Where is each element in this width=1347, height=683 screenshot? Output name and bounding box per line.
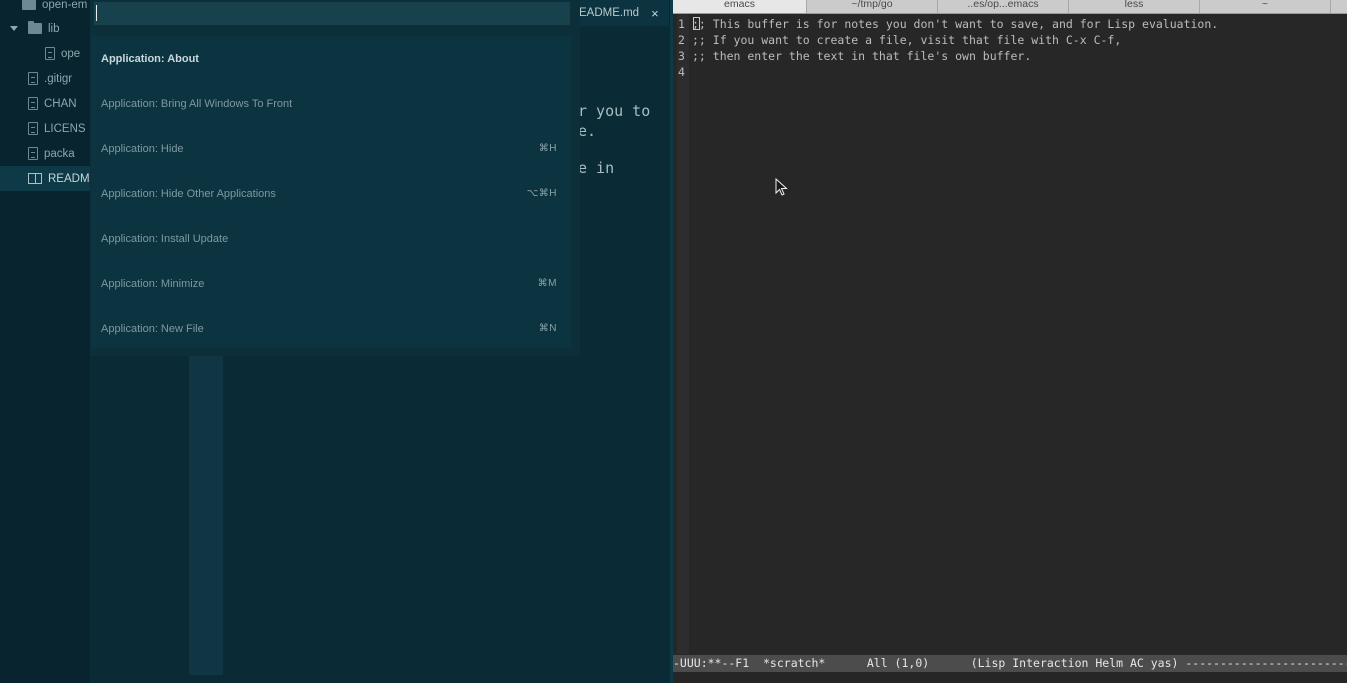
command-label: Application: New File — [101, 322, 204, 335]
tree-item-label: .gitigr — [44, 72, 73, 85]
terminal-tab[interactable]: ~/tmp/go — [807, 0, 938, 13]
line-number: 1 — [678, 17, 685, 31]
command-palette-search-input[interactable] — [94, 2, 570, 25]
command-label: Application: Hide Other Applications — [101, 187, 276, 200]
tree-item-label: CHAN — [44, 97, 77, 110]
editor-text-fragment: r you to — [578, 102, 651, 120]
file-icon — [28, 97, 38, 110]
command-item[interactable]: Application: Minimize ⌘M — [91, 261, 571, 306]
command-item[interactable]: Application: New File ⌘N — [91, 306, 571, 351]
line-number-gutter — [677, 14, 689, 654]
buffer-line[interactable]: ;; then enter the text in that file's ow… — [692, 49, 1031, 63]
command-label: Application: About — [101, 52, 199, 65]
tree-item-label: LICENS — [44, 122, 86, 135]
command-item[interactable]: Application: Install Update — [91, 216, 571, 261]
tree-item-file[interactable]: .gitigr — [0, 66, 90, 91]
terminal-tab-bar: emacs ~/tmp/go ..es/op...emacs less ~ — [673, 0, 1347, 14]
terminal-tab[interactable]: less — [1069, 0, 1200, 13]
file-icon — [28, 122, 38, 135]
folder-icon — [28, 21, 42, 34]
emacs-terminal-window: emacs ~/tmp/go ..es/op...emacs less ~ 1 … — [673, 0, 1347, 683]
command-item[interactable]: Application: Hide Other Applications ⌥⌘H — [91, 171, 571, 216]
tree-item-readme[interactable]: READM — [0, 166, 90, 191]
file-icon — [45, 47, 55, 60]
terminal-tab[interactable]: ..es/op...emacs — [938, 0, 1069, 13]
echo-area[interactable] — [673, 672, 1347, 683]
command-shortcut: ⌘M — [537, 278, 557, 289]
command-shortcut: ⌘H — [538, 143, 557, 154]
text-caret — [96, 5, 97, 21]
buffer-line[interactable]: ;; This buffer is for notes you don't wa… — [692, 17, 1218, 31]
command-item[interactable]: Application: Hide ⌘H — [91, 126, 571, 171]
command-item[interactable]: Application: About — [91, 36, 571, 81]
command-palette: Application: About Application: Bring Al… — [90, 0, 580, 356]
tree-item-file[interactable]: packa — [0, 141, 90, 166]
line-number: 3 — [678, 49, 685, 63]
tab-label: EADME.md — [579, 7, 640, 19]
tree-item-file[interactable]: CHAN — [0, 91, 90, 116]
line-number: 4 — [678, 65, 685, 79]
command-shortcut: ⌥⌘H — [526, 188, 557, 199]
editor-text-fragment: e in — [578, 159, 615, 177]
editor-text-fragment: e. — [578, 122, 597, 140]
folder-icon — [22, 0, 36, 10]
command-item[interactable]: Application: Bring All Windows To Front — [91, 81, 571, 126]
tree-item-label: ope — [61, 47, 81, 60]
chevron-right-icon — [8, 1, 16, 9]
terminal-tab[interactable]: ~ — [1200, 0, 1331, 13]
tree-item-label: READM — [48, 172, 90, 185]
tree-item-label: lib — [48, 22, 60, 35]
buffer-line[interactable]: ;; If you want to create a file, visit t… — [692, 33, 1121, 47]
tree-item-file[interactable]: LICENS — [0, 116, 90, 141]
command-label: Application: Install Update — [101, 232, 229, 245]
file-icon — [28, 147, 38, 160]
command-shortcut: ⌘N — [538, 323, 557, 334]
terminal-tab[interactable]: emacs — [673, 0, 807, 13]
line-number: 2 — [678, 33, 685, 47]
emacs-mode-line: -UUU:**--F1 *scratch* All (1,0) (Lisp In… — [673, 655, 1347, 672]
tab-readme[interactable]: EADME.md × — [577, 0, 669, 26]
tree-item-label: packa — [44, 147, 75, 160]
chevron-down-icon — [10, 26, 18, 31]
editor-gutter — [189, 356, 223, 675]
command-label: Application: Minimize — [101, 277, 205, 290]
command-label: Application: Bring All Windows To Front — [101, 97, 293, 110]
command-list: Application: About Application: Bring Al… — [91, 36, 571, 348]
mouse-pointer-icon — [775, 178, 788, 196]
file-tree-panel: open-em lib ope .gitigr CHAN LICENS pack… — [0, 0, 90, 683]
tree-item-lib[interactable]: lib — [0, 16, 90, 41]
atom-editor-window: open-em lib ope .gitigr CHAN LICENS pack… — [0, 0, 673, 683]
close-icon[interactable]: × — [651, 6, 659, 21]
tree-item-label: open-em — [42, 0, 88, 11]
book-icon — [28, 173, 42, 184]
emacs-cursor — [693, 17, 700, 30]
command-label: Application: Hide — [101, 142, 184, 155]
file-icon — [28, 72, 38, 85]
tree-item-file[interactable]: ope — [0, 41, 90, 66]
tree-item-project-root[interactable]: open-em — [0, 0, 90, 17]
